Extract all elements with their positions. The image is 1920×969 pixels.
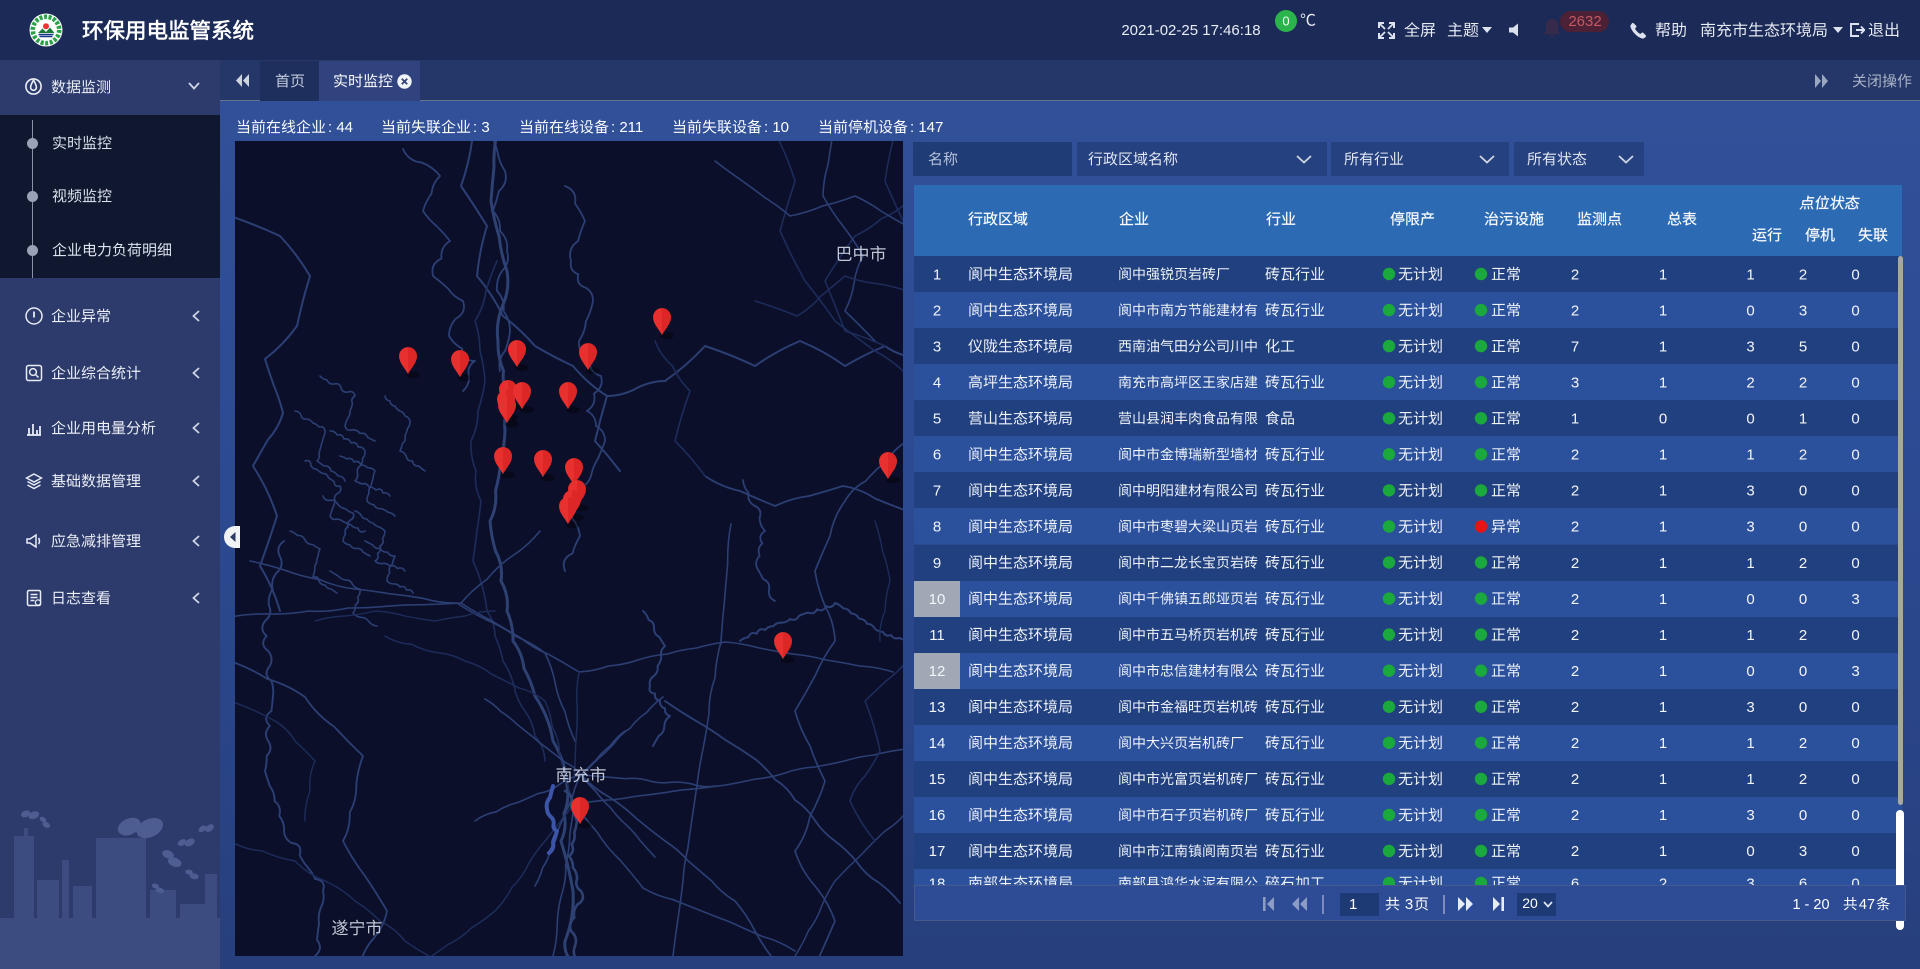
svg-text:1 - 20: 1 - 20 xyxy=(1792,897,1829,913)
svg-text:47: 47 xyxy=(1859,897,1875,913)
svg-text:1: 1 xyxy=(1349,896,1357,913)
svg-text:20: 20 xyxy=(1522,895,1538,911)
svg-text:3: 3 xyxy=(1405,896,1413,913)
